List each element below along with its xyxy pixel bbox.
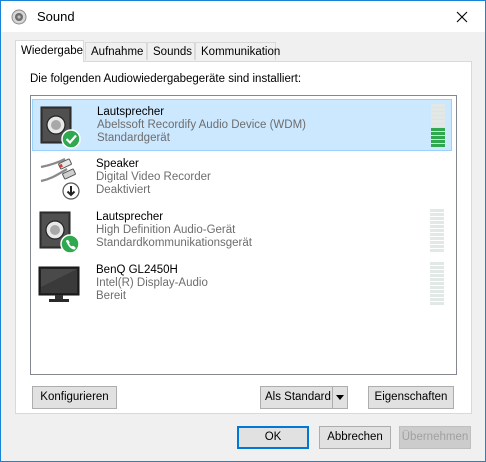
device-item-lautsprecher-hd-audio[interactable]: Lautsprecher High Definition Audio-Gerät…: [32, 205, 452, 257]
tab-aufnahme[interactable]: Aufnahme: [85, 42, 147, 60]
device-detail: Digital Video Recorder: [96, 171, 211, 183]
tab-kommunikation[interactable]: Kommunikation: [195, 42, 280, 60]
configure-button[interactable]: Konfigurieren: [32, 386, 117, 409]
title-bar[interactable]: Sound: [1, 1, 485, 32]
cancel-button[interactable]: Abbrechen: [319, 426, 391, 449]
device-detail: Abelssoft Recordify Audio Device (WDM): [97, 119, 306, 131]
level-meter: [431, 104, 445, 148]
close-button[interactable]: [439, 1, 485, 32]
set-default-button[interactable]: Als Standard: [260, 386, 348, 409]
sound-dialog: Sound Wiedergabe Aufnahme Sounds Kommuni…: [0, 0, 486, 462]
level-meter: [430, 262, 444, 306]
device-list[interactable]: Lautsprecher Abelssoft Recordify Audio D…: [30, 95, 457, 375]
rca-cable-icon: [40, 158, 80, 200]
device-name: Lautsprecher: [97, 106, 165, 118]
properties-button[interactable]: Eigenschaften: [368, 386, 454, 409]
tab-panel: Die folgenden Audiowiedergabegeräte sind…: [15, 61, 472, 414]
device-name: BenQ GL2450H: [96, 264, 178, 276]
device-status: Standardgerät: [97, 132, 170, 144]
default-check-badge: [61, 129, 81, 149]
device-detail: High Definition Audio-Gerät: [96, 224, 236, 236]
device-item-speaker-dvr[interactable]: Speaker Digital Video Recorder Deaktivie…: [32, 152, 452, 204]
panel-heading: Die folgenden Audiowiedergabegeräte sind…: [30, 73, 302, 85]
speaker-icon: [40, 106, 81, 149]
apply-button[interactable]: Übernehmen: [399, 426, 471, 449]
ok-button[interactable]: OK: [237, 426, 309, 449]
monitor-icon: [38, 266, 80, 302]
set-default-label: Als Standard: [265, 391, 331, 403]
tab-sounds[interactable]: Sounds: [147, 42, 195, 60]
communication-phone-badge: [60, 234, 80, 254]
device-name: Speaker: [96, 158, 139, 170]
device-status: Standardkommunikationsgerät: [96, 237, 252, 249]
device-item-benq-monitor[interactable]: BenQ GL2450H Intel(R) Display-Audio Bere…: [32, 258, 452, 310]
window-title: Sound: [37, 9, 75, 24]
tab-wiedergabe[interactable]: Wiedergabe: [15, 40, 84, 62]
device-item-lautsprecher-recordify[interactable]: Lautsprecher Abelssoft Recordify Audio D…: [32, 99, 452, 151]
device-status: Deaktiviert: [96, 184, 151, 196]
level-meter: [430, 209, 444, 253]
speaker-icon: [39, 211, 80, 254]
set-default-dropdown[interactable]: [332, 387, 347, 408]
sound-app-icon: [11, 9, 27, 25]
chevron-down-icon: [336, 395, 344, 400]
device-detail: Intel(R) Display-Audio: [96, 277, 208, 289]
device-status: Bereit: [96, 290, 127, 302]
close-icon: [456, 11, 468, 22]
device-name: Lautsprecher: [96, 211, 164, 223]
